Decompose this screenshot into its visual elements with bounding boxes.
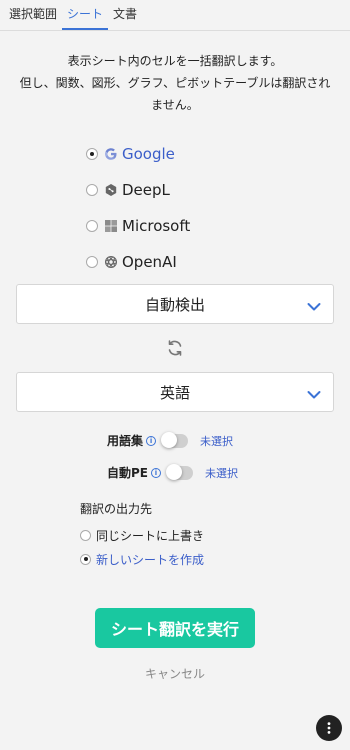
output-label-overwrite: 同じシートに上書き [96,528,205,543]
description: 表示シート内のセルを一括翻訳します。 但し、関数、図形、グラフ、ピボットテーブル… [0,50,350,116]
description-line-2: 但し、関数、図形、グラフ、ピボットテーブルは翻訳され [19,76,331,90]
swap-languages-icon[interactable] [166,339,184,357]
engine-list: Google DeepL Microsoft OpenAI [86,136,190,280]
output-label-new-sheet: 新しいシートを作成 [96,552,205,567]
engine-radio-google[interactable] [86,148,98,160]
output-option-overwrite[interactable]: 同じシートに上書き [80,523,204,547]
engine-label-deepl: DeepL [122,181,170,199]
glossary-toggle[interactable] [161,431,189,448]
engine-label-google: Google [122,145,175,163]
toggle-knob [161,431,178,448]
tab-bar: 選択範囲 シート 文書 [0,0,350,31]
source-language-value: 自動検出 [144,295,205,314]
tab-selection[interactable]: 選択範囲 [4,5,62,30]
microsoft-icon [104,219,118,233]
engine-radio-deepl[interactable] [86,184,98,196]
engine-option-google[interactable]: Google [86,136,190,172]
engine-option-openai[interactable]: OpenAI [86,244,190,280]
chevron-down-icon [307,386,321,404]
google-icon [104,147,118,161]
deepl-icon [104,183,118,197]
description-line-1: 表示シート内のセルを一括翻訳します。 [67,54,283,68]
toggle-knob [166,463,182,480]
tab-document[interactable]: 文書 [108,5,142,30]
description-line-3: ません。 [151,98,199,112]
openai-icon [104,255,118,269]
glossary-label: 用語集 [107,434,144,448]
auto-pe-row: 自動PE i 未選択 [107,463,238,481]
output-option-new-sheet[interactable]: 新しいシートを作成 [80,547,204,571]
output-destination: 翻訳の出力先 同じシートに上書き 新しいシートを作成 [80,500,204,571]
tab-sheet[interactable]: シート [62,5,109,30]
engine-radio-microsoft[interactable] [86,220,98,232]
vertical-dots-icon [327,722,331,734]
auto-pe-label: 自動PE [107,466,148,480]
engine-label-microsoft: Microsoft [122,217,191,235]
info-icon[interactable]: i [146,435,157,446]
cancel-button[interactable]: キャンセル [0,665,350,682]
auto-pe-toggle[interactable] [166,463,193,480]
engine-label-openai: OpenAI [122,253,177,271]
chevron-down-icon [307,298,321,316]
source-language-select[interactable]: 自動検出 [16,284,334,324]
output-radio-new-sheet[interactable] [80,553,91,565]
glossary-state[interactable]: 未選択 [200,433,233,449]
target-language-value: 英語 [159,383,190,402]
output-title: 翻訳の出力先 [80,502,153,516]
more-menu-button[interactable] [316,715,342,741]
engine-radio-openai[interactable] [86,256,98,268]
engine-option-microsoft[interactable]: Microsoft [86,208,190,244]
run-sheet-translation-button[interactable]: シート翻訳を実行 [95,608,255,648]
auto-pe-state[interactable]: 未選択 [205,465,238,481]
output-radio-overwrite[interactable] [80,529,91,541]
engine-option-deepl[interactable]: DeepL [86,172,190,208]
glossary-row: 用語集 i 未選択 [107,431,233,449]
target-language-select[interactable]: 英語 [16,372,334,412]
info-icon[interactable]: i [151,467,161,478]
